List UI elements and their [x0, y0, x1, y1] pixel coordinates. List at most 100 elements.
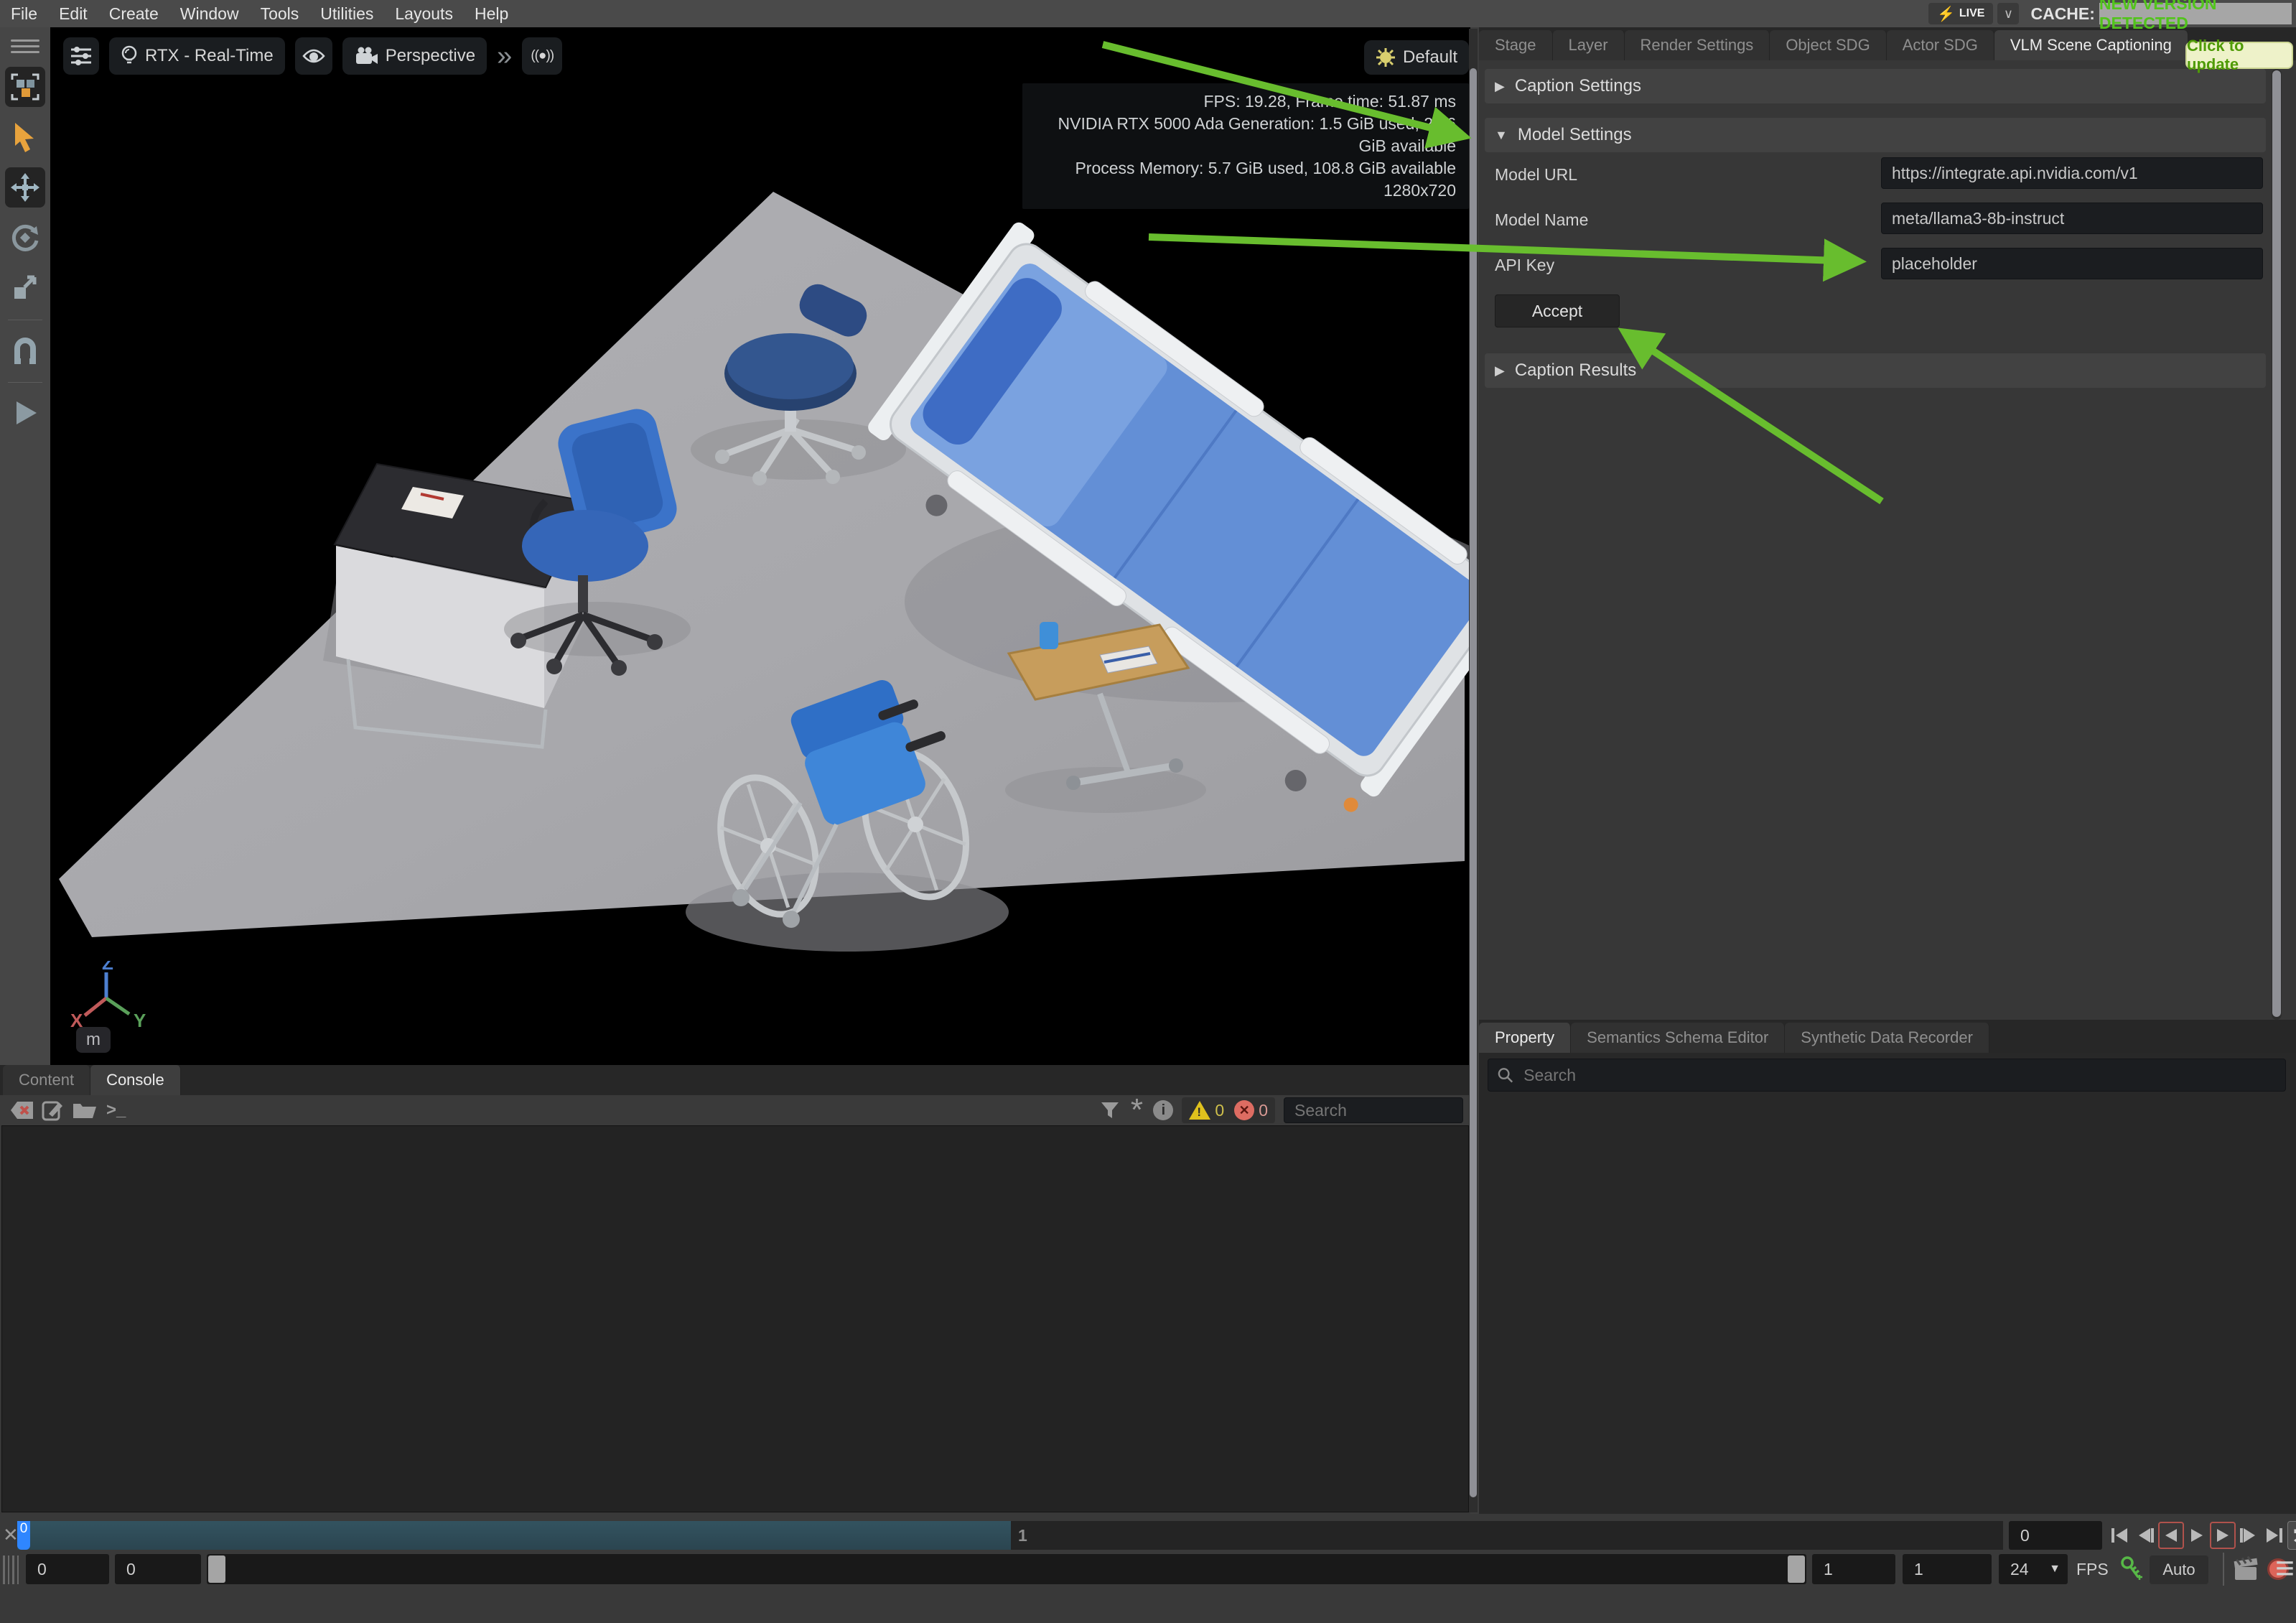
click-to-update-badge[interactable]: Click to update [2185, 37, 2293, 73]
menu-create[interactable]: Create [98, 4, 169, 24]
previous-frame-button[interactable] [2132, 1522, 2158, 1549]
open-log-folder-button[interactable] [67, 1098, 101, 1122]
cursor-icon [15, 123, 34, 152]
timeline-close-icon[interactable]: ✕ [3, 1524, 19, 1546]
menu-help[interactable]: Help [464, 4, 519, 24]
play-forward-button[interactable] [2184, 1522, 2210, 1549]
warning-filter-button[interactable]: ! 0 [1189, 1101, 1224, 1120]
move-tool-button[interactable] [5, 167, 45, 208]
viewport-profile-button[interactable]: Default [1364, 40, 1470, 75]
camera-selector-button[interactable]: Perspective [342, 37, 487, 75]
menu-window[interactable]: Window [169, 4, 250, 24]
play-next-button[interactable] [2210, 1522, 2236, 1549]
range-end-frame-field[interactable]: 1 [1903, 1554, 1992, 1584]
tab-render-settings[interactable]: Render Settings [1624, 30, 1770, 60]
tab-content-label: Content [19, 1071, 75, 1089]
tab-console[interactable]: Console [90, 1065, 181, 1095]
toolbar-grip[interactable] [11, 36, 39, 57]
fps-dropdown[interactable]: 24 ▼ [1999, 1554, 2068, 1584]
menu-tools[interactable]: Tools [250, 4, 310, 24]
tab-actor-sdg[interactable]: Actor SDG [1886, 30, 1994, 60]
toolbar-flyout-icon[interactable]: » [497, 37, 512, 75]
play-reverse-button[interactable] [2158, 1522, 2184, 1549]
rotate-tool-button[interactable] [5, 218, 45, 258]
caption-settings-section[interactable]: ▶ Caption Settings [1485, 69, 2266, 103]
error-filter-button[interactable]: ✕ 0 [1234, 1100, 1268, 1120]
auto-key-button[interactable] [2118, 1555, 2142, 1586]
viewport-options-button[interactable] [63, 37, 99, 75]
edit-log-button[interactable] [37, 1098, 67, 1122]
model-url-input[interactable] [1881, 157, 2263, 189]
timeline-playhead[interactable]: 0 [17, 1521, 30, 1550]
range-start-frame-field[interactable]: 0 [115, 1554, 201, 1584]
info-filter-button[interactable]: i [1149, 1098, 1177, 1122]
model-settings-section[interactable]: ▼ Model Settings [1485, 118, 2266, 152]
range-end-field[interactable]: 1 [1812, 1554, 1895, 1584]
property-search-box[interactable] [1488, 1059, 2286, 1092]
play-button[interactable] [5, 393, 45, 433]
stats-gpu-memory: NVIDIA RTX 5000 Ada Generation: 1.5 GiB … [1058, 114, 1456, 155]
filter-button[interactable] [1096, 1098, 1124, 1122]
model-name-input[interactable] [1881, 203, 2263, 234]
snap-tool-button[interactable] [5, 330, 45, 371]
console-search-box[interactable] [1284, 1097, 1463, 1123]
console-toolbar: >_ * i ! 0 ✕ 0 Search [0, 1094, 1470, 1126]
timeline-track[interactable]: 0 1 [17, 1521, 2003, 1550]
auto-mode-button[interactable]: Auto [2150, 1555, 2208, 1584]
selection-mode-button[interactable] [5, 67, 45, 107]
right-panel-scrollbar[interactable] [2272, 69, 2282, 1020]
live-button[interactable]: ⚡ LIVE [1928, 3, 1994, 24]
zoom-scrollbar-right-handle[interactable] [1788, 1555, 1805, 1583]
tab-object-sdg[interactable]: Object SDG [1770, 30, 1887, 60]
menu-file[interactable]: File [0, 4, 48, 24]
select-tool-button[interactable] [5, 117, 45, 157]
range-start-field[interactable]: 0 [26, 1554, 109, 1584]
caption-results-header: Caption Results [1514, 361, 1637, 380]
audio-button[interactable]: ((●)) [522, 37, 563, 75]
tab-content[interactable]: Content [3, 1065, 91, 1095]
renderer-selector-button[interactable]: RTX - Real-Time [109, 37, 285, 75]
caption-results-section[interactable]: ▶ Caption Results [1485, 353, 2266, 388]
tab-synthetic-data-recorder[interactable]: Synthetic Data Recorder [1785, 1023, 1989, 1053]
visibility-button[interactable] [294, 37, 332, 75]
verbose-filter-icon[interactable]: * [1124, 1094, 1149, 1126]
menu-layouts[interactable]: Layouts [384, 4, 464, 24]
menu-utilities[interactable]: Utilities [309, 4, 384, 24]
live-dropdown-button[interactable]: ∨ [1997, 3, 2020, 24]
tab-vlm-scene-captioning[interactable]: VLM Scene Captioning [1994, 30, 2188, 60]
loop-toggle-button[interactable] [2287, 1521, 2296, 1550]
current-frame-field[interactable]: 0 [2009, 1521, 2102, 1550]
console-output[interactable] [1, 1125, 1469, 1512]
console-search-input[interactable] [1293, 1099, 1454, 1121]
tab-console-label: Console [106, 1071, 164, 1089]
skip-to-end-button[interactable] [2262, 1522, 2287, 1549]
warning-error-filters: ! 0 ✕ 0 [1182, 1097, 1275, 1123]
tab-stage[interactable]: Stage [1479, 30, 1553, 60]
viewport-3d[interactable]: RTX - Real-Time Perspective » ((●)) Defa… [50, 27, 1470, 1065]
timeline-active-range[interactable] [17, 1521, 1011, 1550]
caption-settings-header: Caption Settings [1514, 76, 1641, 96]
capture-button[interactable] [2231, 1555, 2260, 1588]
menu-edit[interactable]: Edit [48, 4, 98, 24]
tab-layer[interactable]: Layer [1552, 30, 1625, 60]
scale-tool-button[interactable] [5, 268, 45, 308]
terminal-prompt-icon[interactable]: >_ [106, 1100, 126, 1120]
property-search-input[interactable] [1522, 1064, 2277, 1086]
skip-to-start-button[interactable] [2106, 1522, 2132, 1549]
timeline-zoom-scrollbar[interactable] [207, 1554, 1806, 1584]
tab-property[interactable]: Property [1479, 1023, 1572, 1053]
next-frame-button[interactable] [2236, 1522, 2262, 1549]
timeline-grip[interactable] [3, 1555, 19, 1584]
unit-button[interactable]: m [76, 1027, 111, 1053]
api-key-input[interactable] [1881, 248, 2263, 279]
zoom-scrollbar-left-handle[interactable] [208, 1555, 225, 1583]
clear-console-button[interactable] [7, 1098, 37, 1122]
magnet-icon [14, 338, 36, 364]
tab-semantics-schema-editor[interactable]: Semantics Schema Editor [1571, 1023, 1786, 1053]
search-icon [1498, 1068, 1513, 1083]
timeline-menu-icon[interactable]: ≡ [2275, 1548, 2295, 1587]
filter-funnel-icon [1101, 1102, 1119, 1118]
accept-button[interactable]: Accept [1495, 294, 1620, 327]
viewport-column-scrollbar[interactable] [1469, 29, 1478, 1512]
cache-status-bar[interactable]: NEW VERSION DETECTED [2099, 0, 2292, 32]
